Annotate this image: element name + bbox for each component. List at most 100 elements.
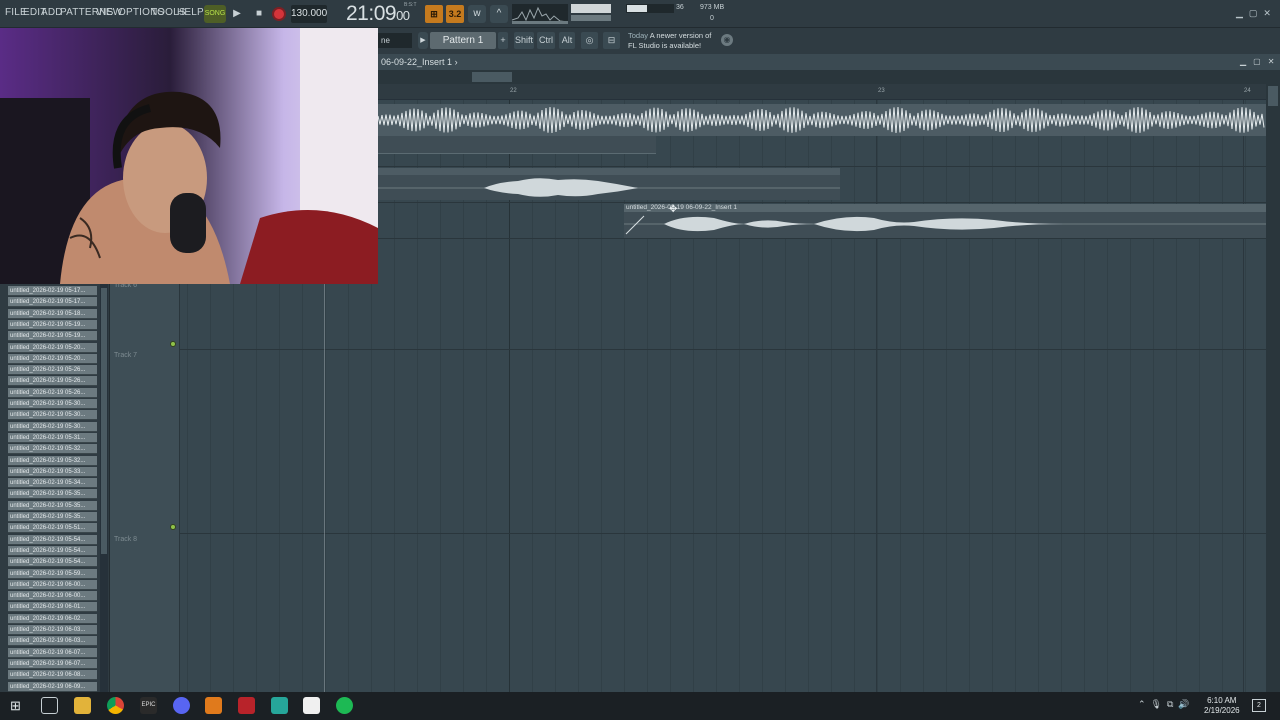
browser-file-item[interactable]: untitled_2026-02-19 05-59... [8,568,97,579]
search-icon[interactable] [41,697,58,714]
webcam-overlay [0,28,378,284]
browser-file-item[interactable]: untitled_2026-02-19 06-03... [8,625,97,635]
browser-file-item[interactable]: untitled_2026-02-19 05-20... [8,342,97,353]
taskbar-date: 2/19/2026 [1204,706,1240,715]
playlist-window-controls[interactable]: ▁▢✕ [1240,57,1280,66]
clock-format-label: B:S:T [404,2,417,8]
browser-file-item[interactable]: untitled_2026-02-19 05-31... [8,432,97,443]
browser-file-item[interactable]: untitled_2026-02-19 06-07... [8,647,97,658]
master-pitch-slider[interactable] [571,15,611,21]
step-edit-icon[interactable]: ^ [490,5,508,23]
browser-file-item[interactable]: untitled_2026-02-19 05-54... [8,534,97,545]
audio-clip-2[interactable] [378,136,656,154]
record-icon[interactable] [272,7,286,21]
audio-clip-waveform-1[interactable] [378,104,1266,136]
mic-icon[interactable]: ◎ [581,32,598,49]
metronome-toggle[interactable]: ⊞ [425,5,443,23]
browser-file-item[interactable]: untitled_2026-02-19 05-26... [8,376,97,387]
epic-games-icon[interactable]: EPIC [140,697,157,714]
browser-file-item[interactable]: untitled_2026-02-19 05-54... [8,557,97,568]
news-hint-panel[interactable]: Today A newer version of FL Studio is av… [628,31,711,51]
browser-file-item[interactable]: untitled_2026-02-19 05-33... [8,466,97,477]
browser-file-item[interactable]: untitled_2026-02-19 05-18... [8,308,97,319]
taskbar-clock[interactable]: 6:10 AM 2/19/2026 [1204,696,1240,716]
browser-file-item[interactable]: untitled_2026-02-19 06-01... [8,602,97,613]
track-7-mute-icon[interactable] [170,341,176,347]
browser-file-item[interactable]: untitled_2026-02-19 06-00... [8,579,97,590]
browser-file-item[interactable]: untitled_2026-02-19 06-03... [8,636,97,647]
alt-key-button[interactable]: Alt [559,32,575,49]
master-volume-slider[interactable] [571,4,611,13]
menu-help[interactable]: HELP [177,7,204,18]
browser-file-item[interactable]: untitled_2026-02-19 05-35... [8,489,97,500]
fl-studio-icon[interactable] [205,697,222,714]
browser-file-item[interactable]: untitled_2026-02-19 06-07... [8,658,97,669]
oscilloscope [512,4,568,24]
browser-file-item[interactable]: untitled_2026-02-19 05-20... [8,353,97,364]
voicemeeter-icon[interactable] [238,697,255,714]
app-icon[interactable] [271,697,288,714]
browser-file-item[interactable]: untitled_2026-02-19 05-26... [8,387,97,398]
browser-file-item[interactable]: untitled_2026-02-19 05-34... [8,478,97,489]
browser-file-item[interactable]: untitled_2026-02-19 05-30... [8,410,97,421]
countdown-toggle[interactable]: 3.2 [446,5,464,23]
browser-file-item[interactable]: untitled_2026-02-19 06-00... [8,591,97,602]
browser-file-item[interactable]: untitled_2026-02-19 05-19... [8,331,97,342]
add-pattern-button[interactable]: + [498,32,508,49]
snap-selector[interactable]: ne [378,33,412,48]
cart-icon[interactable]: ⊟ [603,32,620,49]
browser-file-item[interactable]: untitled_2026-02-19 05-51... [8,523,97,534]
track-8-label[interactable]: Track 8 [114,536,137,543]
system-tray-icons[interactable]: ⌃🎙⧉🔊 [1138,699,1195,710]
pattern-selector[interactable]: Pattern 1 [430,32,496,49]
clip-name-label: untitled_2026-02-19 06-09-22_Insert 1 [626,204,737,211]
browser-file-item[interactable]: untitled_2026-02-19 05-35... [8,512,97,522]
track-divider [110,349,1266,350]
song-position-clock: 21:0900 [346,2,410,26]
browser-file-item[interactable]: untitled_2026-02-19 05-30... [8,421,97,432]
globe-icon[interactable]: ◉ [721,34,733,46]
window-controls[interactable]: ▁▢✕ [1236,8,1277,19]
notification-icon[interactable]: 2 [1252,699,1266,712]
browser-file-item[interactable]: untitled_2026-02-19 05-30... [8,399,97,409]
browser-file-item[interactable]: untitled_2026-02-19 05-35... [8,500,97,511]
tempo-display[interactable]: 130.000 [291,5,327,23]
capcut-icon[interactable] [303,697,320,714]
bar-number-24: 24 [1244,88,1251,94]
browser-file-item[interactable]: untitled_2026-02-19 05-17... [8,297,97,308]
browser-file-item[interactable]: untitled_2026-02-19 05-32... [8,444,97,455]
hint-line1: A newer version of [649,31,712,40]
discord-icon[interactable] [173,697,190,714]
track-8-mute-icon[interactable] [170,524,176,530]
browser-file-item[interactable]: untitled_2026-02-19 05-17... [8,286,97,296]
track-7-label[interactable]: Track 7 [114,352,137,359]
browser-file-item[interactable]: untitled_2026-02-19 05-54... [8,545,97,556]
wait-icon[interactable]: w [468,5,486,23]
browser-file-item[interactable]: untitled_2026-02-19 05-26... [8,365,97,376]
stop-icon[interactable]: ■ [250,5,268,23]
ctrl-key-button[interactable]: Ctrl [537,32,555,49]
song-mode-button[interactable]: SONG [204,5,226,23]
file-explorer-icon[interactable] [74,697,91,714]
browser-file-item[interactable]: untitled_2026-02-19 05-19... [8,319,97,330]
shift-key-button[interactable]: Shift [514,32,534,49]
playlist-vertical-scrollbar[interactable] [1266,70,1280,692]
playlist-header [378,54,1280,70]
audio-clip-waveform-3[interactable] [378,168,840,200]
browser-file-item[interactable]: untitled_2026-02-19 06-08... [8,670,97,681]
browser-file-item[interactable]: untitled_2026-02-19 06-09... [8,681,97,692]
browser-file-item[interactable]: untitled_2026-02-19 06-02... [8,613,97,624]
chevron-right-icon: › [454,57,458,67]
pattern-prev-icon[interactable]: ▶ [418,32,428,49]
taskbar-time: 6:10 AM [1207,696,1237,705]
browser-scroll-thumb[interactable] [101,288,107,554]
play-icon[interactable]: ▶ [228,5,246,23]
track-divider [110,533,1266,534]
browser-file-item[interactable]: untitled_2026-02-19 05-32... [8,455,97,466]
chrome-icon[interactable] [107,697,124,714]
bar-number-22: 22 [510,88,517,94]
spotify-icon[interactable] [336,697,353,714]
playlist-scroll-thumb[interactable] [1268,86,1278,106]
windows-icon[interactable]: ⊞ [7,697,24,714]
overview-scroll-thumb[interactable] [472,72,512,82]
